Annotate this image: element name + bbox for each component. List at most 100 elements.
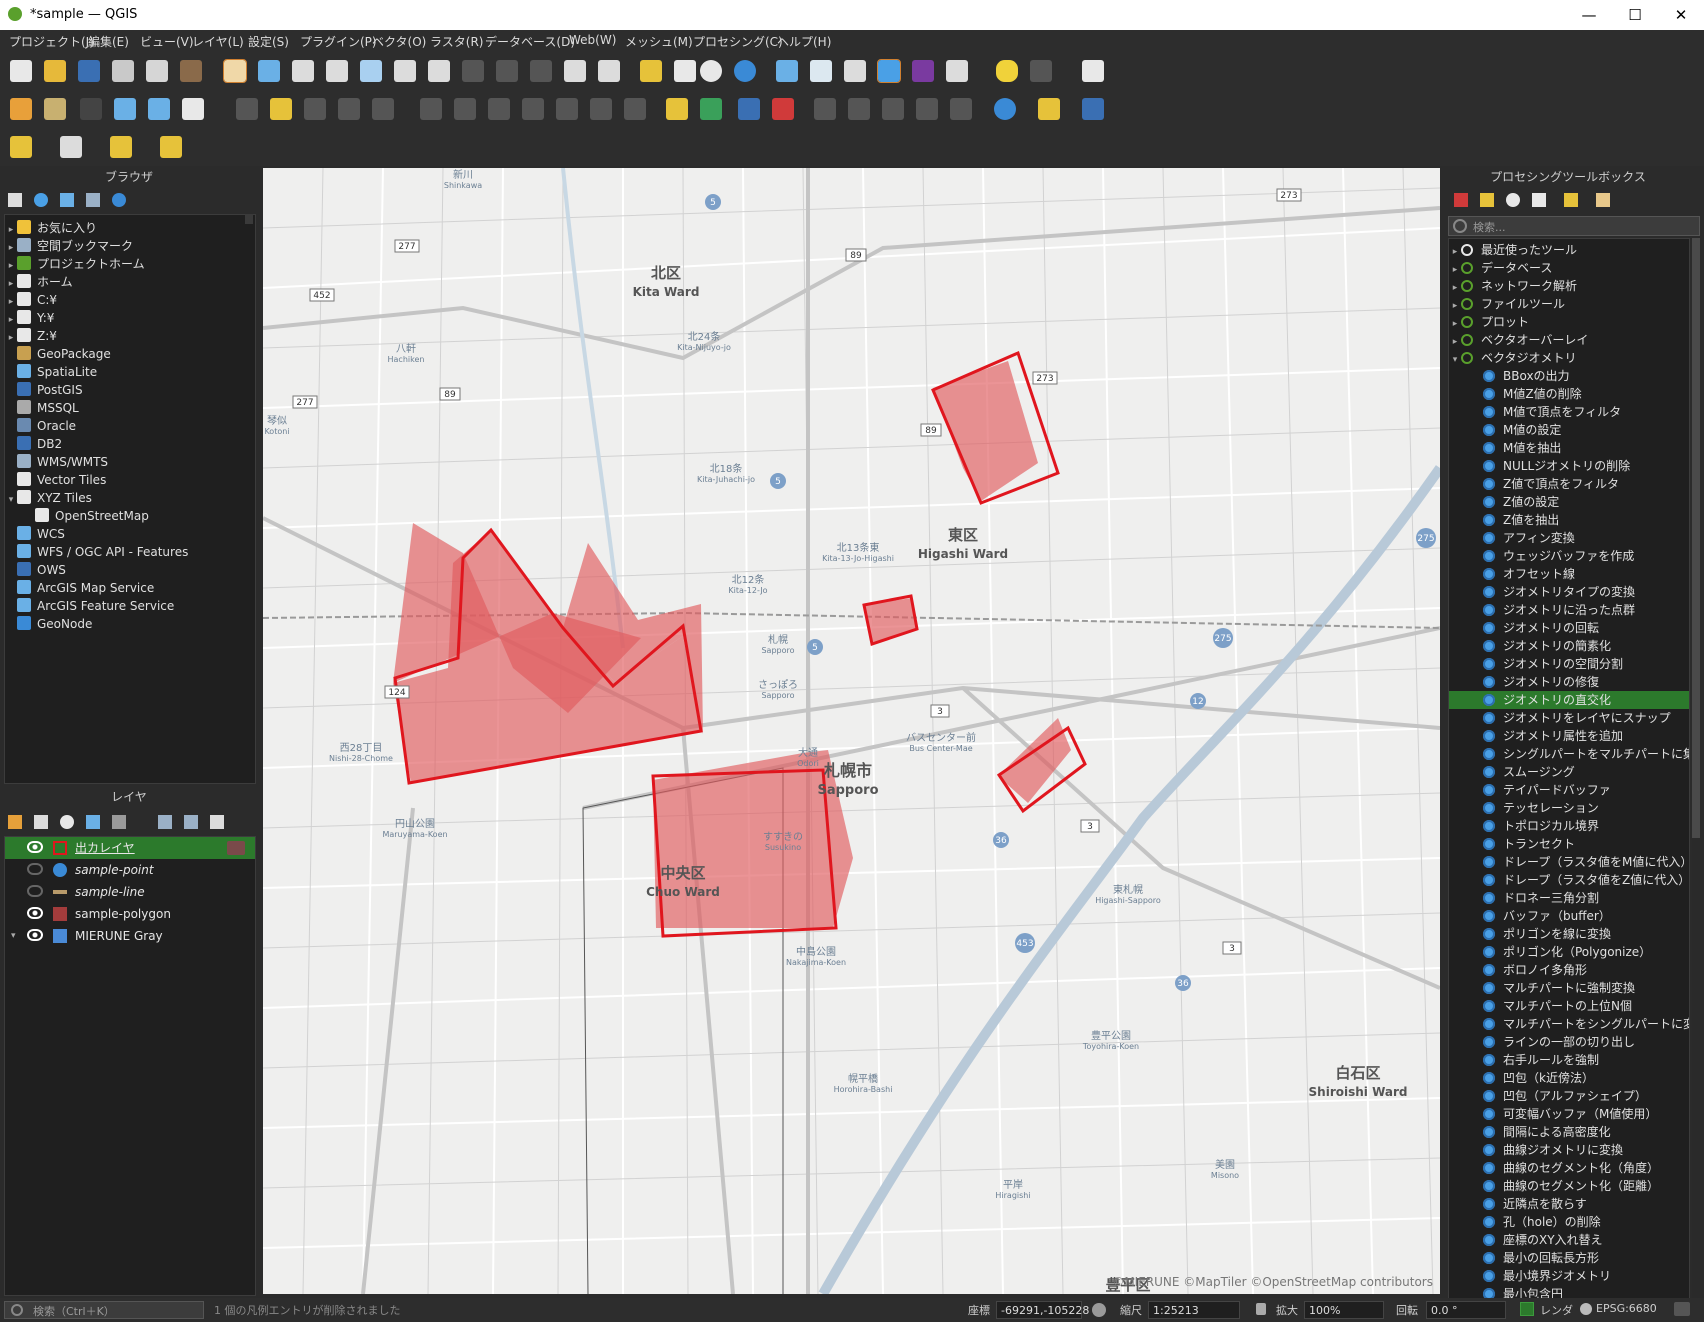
toolbox-tool[interactable]: 最小境界ジオメトリ: [1449, 1267, 1689, 1285]
menu-help[interactable]: ヘルプ(H): [777, 33, 831, 50]
zoom-full-icon[interactable]: [360, 60, 382, 82]
browser-item[interactable]: ▸ お気に入り: [5, 219, 97, 237]
toolbox-tool[interactable]: マルチパートをシングルパートに変換: [1449, 1015, 1689, 1033]
layer-row[interactable]: sample-point: [5, 859, 255, 881]
toolbox-tool[interactable]: M値で頂点をフィルタ: [1449, 403, 1689, 421]
browser-item[interactable]: ▸ 空間ブックマーク: [5, 237, 133, 255]
zoom-in-icon[interactable]: [292, 60, 314, 82]
eye-icon[interactable]: [27, 929, 43, 941]
toolbox-tool[interactable]: ジオメトリの空間分割: [1449, 655, 1689, 673]
data-source-manager-icon[interactable]: [10, 98, 32, 120]
toolbox-tool[interactable]: ウェッジバッファを作成: [1449, 547, 1689, 565]
add-selected-layers-icon[interactable]: [8, 193, 22, 207]
menu-edit[interactable]: 編集(E): [88, 33, 129, 50]
crs-label[interactable]: EPSG:6680: [1596, 1302, 1657, 1315]
toolbox-tool[interactable]: 座標のXY入れ替え: [1449, 1231, 1689, 1249]
collapse-all-icon[interactable]: [86, 193, 100, 207]
diagram-tool-icon[interactable]: [700, 98, 722, 120]
manage-map-themes-icon[interactable]: [60, 815, 74, 829]
current-edits-icon[interactable]: [236, 98, 258, 120]
vertex-tool-icon[interactable]: [372, 98, 394, 120]
copy-features-icon[interactable]: [522, 98, 544, 120]
add-feature-icon[interactable]: [338, 98, 360, 120]
menu-view[interactable]: ビュー(V): [140, 33, 194, 50]
open-project-icon[interactable]: [44, 60, 66, 82]
browser-item[interactable]: ▸ C:¥: [5, 291, 57, 309]
label-tool-icon[interactable]: [666, 98, 688, 120]
new-temp-layer-icon[interactable]: [148, 98, 170, 120]
refresh-icon[interactable]: [734, 60, 756, 82]
toolbox-tool[interactable]: 右手ルールを強制: [1449, 1051, 1689, 1069]
text-annotation-icon[interactable]: [1082, 60, 1104, 82]
change-label-icon[interactable]: [916, 98, 938, 120]
browser-item[interactable]: ▾ XYZ Tiles: [5, 489, 92, 507]
toolbox-tool[interactable]: 凹包（アルファシェイプ）: [1449, 1087, 1689, 1105]
toolbox-tool[interactable]: 可変幅バッファ（M値使用）: [1449, 1105, 1689, 1123]
toolbox-tool[interactable]: シングルパートをマルチパートに集約: [1449, 745, 1689, 763]
redo-icon[interactable]: [624, 98, 646, 120]
toolbox-tool[interactable]: ドレープ（ラスタ値をZ値に代入）: [1449, 871, 1689, 889]
save-edits-icon[interactable]: [304, 98, 326, 120]
toolbox-tool[interactable]: Z値の設定: [1449, 493, 1689, 511]
toolbox-scrollbar-track[interactable]: [1692, 238, 1700, 1298]
browser-item[interactable]: DB2: [5, 435, 62, 453]
toolbox-tool[interactable]: M値Z値の削除: [1449, 385, 1689, 403]
save-as-icon[interactable]: [112, 60, 134, 82]
coordinate-field[interactable]: -69291,-105228: [996, 1301, 1089, 1319]
layer-row[interactable]: 出カレイヤ: [5, 837, 255, 859]
toolbox-tool[interactable]: 凹包（k近傍法）: [1449, 1069, 1689, 1087]
menu-layer[interactable]: レイヤ(L): [192, 33, 244, 50]
identify-icon[interactable]: [776, 60, 798, 82]
toolbox-tool[interactable]: ジオメトリの直交化: [1449, 691, 1689, 709]
layer-row[interactable]: sample-polygon: [5, 903, 255, 925]
browser-item[interactable]: WCS: [5, 525, 65, 543]
toolbox-tool[interactable]: M値を抽出: [1449, 439, 1689, 457]
paste-features-icon[interactable]: [556, 98, 578, 120]
toolbox-tool[interactable]: ジオメトリに沿った点群: [1449, 601, 1689, 619]
toolbox-search[interactable]: 検索...: [1448, 216, 1700, 236]
zoom-next-icon[interactable]: [530, 60, 552, 82]
browser-item[interactable]: ArcGIS Map Service: [5, 579, 154, 597]
toolbox-tool[interactable]: ジオメトリの簡素化: [1449, 637, 1689, 655]
open-layer-styling-icon[interactable]: [8, 815, 22, 829]
browser-item[interactable]: MSSQL: [5, 399, 79, 417]
eye-icon[interactable]: [27, 841, 43, 853]
zoom-to-layer-icon[interactable]: [428, 60, 450, 82]
highlight-labels-icon[interactable]: [738, 98, 760, 120]
browser-item[interactable]: Oracle: [5, 417, 76, 435]
help-icon[interactable]: [1082, 98, 1104, 120]
toolbox-tool[interactable]: 間隔による高密度化: [1449, 1123, 1689, 1141]
save-project-icon[interactable]: [78, 60, 100, 82]
maximize-button[interactable]: ☐: [1612, 0, 1658, 30]
toolbox-tool[interactable]: NULLジオメトリの削除: [1449, 457, 1689, 475]
toolbox-tool[interactable]: ボロノイ多角形: [1449, 961, 1689, 979]
show-bookmarks-icon[interactable]: [674, 60, 696, 82]
delete-selected-icon[interactable]: [454, 98, 476, 120]
models-icon[interactable]: [1454, 193, 1468, 207]
toolbox-group[interactable]: ▾ ベクタジオメトリ: [1449, 349, 1689, 367]
toolbox-tool[interactable]: ポリゴン化（Polygonize）: [1449, 943, 1689, 961]
toolbox-tool[interactable]: トランセクト: [1449, 835, 1689, 853]
browser-scrollbar[interactable]: [245, 214, 253, 224]
toolbox-tool[interactable]: ジオメトリの回転: [1449, 619, 1689, 637]
toolbox-tool[interactable]: 曲線のセグメント化（距離）: [1449, 1177, 1689, 1195]
rotation-field[interactable]: 0.0 °: [1426, 1301, 1506, 1319]
browser-item[interactable]: ▸ プロジェクトホーム: [5, 255, 145, 273]
browser-item[interactable]: GeoNode: [5, 615, 92, 633]
layer-indicator-icon[interactable]: [227, 841, 245, 855]
edit-pencil-icon[interactable]: [114, 98, 136, 120]
toolbox-tool[interactable]: ジオメトリタイプの変換: [1449, 583, 1689, 601]
menu-mesh[interactable]: メッシュ(M): [625, 33, 693, 50]
toolbox-tool[interactable]: ジオメトリの修復: [1449, 673, 1689, 691]
magnifier-field[interactable]: 100%: [1304, 1301, 1384, 1319]
layer-row[interactable]: ▾ MIERUNE Gray: [5, 925, 255, 947]
browser-item[interactable]: ▸ Z:¥: [5, 327, 57, 345]
toolbox-tool[interactable]: トポロジカル境界: [1449, 817, 1689, 835]
virtual-layer-icon[interactable]: [182, 98, 204, 120]
attribute-table-icon[interactable]: [810, 60, 832, 82]
undo-icon[interactable]: [590, 98, 612, 120]
browser-item[interactable]: WFS / OGC API - Features: [5, 543, 188, 561]
filter-legend-icon[interactable]: [86, 815, 100, 829]
zoom-out-icon[interactable]: [326, 60, 348, 82]
scale-field[interactable]: 1:25213: [1148, 1301, 1240, 1319]
